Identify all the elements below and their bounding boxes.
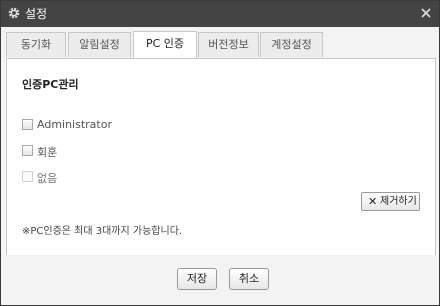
pc-name-label: 회훈 [37, 146, 58, 159]
close-icon[interactable] [419, 6, 433, 20]
cancel-button[interactable]: 취소 [229, 268, 269, 290]
tab-account-settings[interactable]: 계정설정 [260, 32, 323, 57]
pc-checkbox[interactable] [22, 145, 33, 156]
tab-bar: 동기화 알림설정 PC 인증 버전정보 계정설정 [1, 27, 439, 59]
remove-button[interactable]: ✕ 제거하기 [361, 192, 420, 211]
save-button[interactable]: 저장 [177, 268, 217, 290]
pc-checkbox[interactable] [22, 119, 33, 130]
gear-icon [8, 7, 20, 19]
remove-button-label: 제거하기 [380, 196, 417, 207]
dialog-footer: 저장 취소 [1, 255, 439, 305]
window-title: 설정 [25, 7, 48, 21]
settings-dialog: 설정 동기화 알림설정 PC 인증 버전정보 계정설정 인증PC관리 Admin… [0, 0, 440, 306]
x-icon: ✕ [368, 195, 378, 208]
pc-name-label: Administrator [37, 118, 112, 131]
tab-version-info[interactable]: 버전정보 [198, 32, 259, 57]
tab-notifications[interactable]: 알림설정 [68, 32, 131, 57]
tab-sync[interactable]: 동기화 [6, 32, 66, 57]
pc-limit-note: ※PC인증은 최대 3대까지 가능합니다. [22, 226, 183, 237]
title-bar: 설정 [1, 1, 439, 27]
tab-pc-auth[interactable]: PC 인증 [133, 31, 197, 59]
tab-panel-pc-auth: 인증PC관리 Administrator 회훈 없음 ✕ 제거하기 ※PC인증은… [6, 58, 436, 256]
pc-checkbox [22, 171, 33, 182]
section-heading: 인증PC관리 [22, 78, 79, 91]
pc-name-label: 없음 [37, 172, 58, 185]
